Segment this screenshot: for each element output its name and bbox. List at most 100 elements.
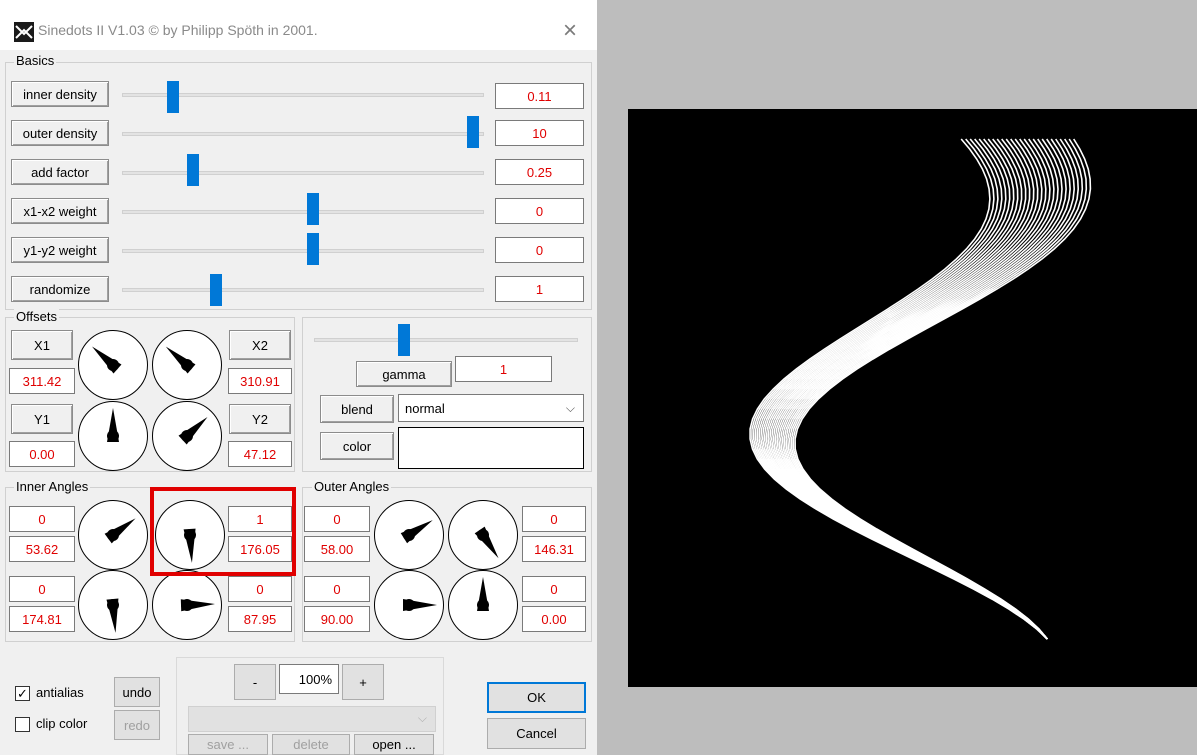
dial-needle-icon [180,599,215,612]
y1-y2-weight-button[interactable]: y1-y2 weight [11,237,109,263]
gamma-button[interactable]: gamma [356,361,452,387]
outer-density-value[interactable]: 10 [495,120,584,146]
blend-select-value: normal [405,400,445,416]
inner-density-button[interactable]: inner density [11,81,109,107]
preset-select[interactable]: ⌵ [188,706,436,732]
dial-needle-icon [400,520,433,544]
x1-button[interactable]: X1 [11,330,73,360]
randomize-slider[interactable] [210,274,223,306]
blend-button[interactable]: blend [320,395,394,423]
inner-density-value[interactable]: 0.11 [495,83,584,109]
gamma-value[interactable]: 1 [455,356,552,382]
x1-value[interactable]: 311.42 [9,368,75,394]
app-icon [14,22,34,42]
inner-angle-d-bottom-value[interactable]: 87.95 [228,606,292,632]
basics-group-label: Basics [14,53,57,68]
outer-angle-b-top-value[interactable]: 0 [522,506,586,532]
settings-dialog: Sinedots II V1.03 © by Philipp Spöth in … [0,0,597,755]
outer-angles-group-label: Outer Angles [312,479,392,494]
dial-needle-icon [477,577,489,611]
dial-needle-icon [165,346,196,374]
randomize-value[interactable]: 1 [495,276,584,302]
redo-button[interactable]: redo [114,710,160,740]
cancel-button[interactable]: Cancel [487,718,586,749]
save-preset-button[interactable]: save ... [188,734,268,755]
outer-density-button[interactable]: outer density [11,120,109,146]
x1-x2-weight-button[interactable]: x1-x2 weight [11,198,109,224]
outer-angle-c-dial[interactable] [374,570,444,640]
gamma-track[interactable] [314,338,578,342]
outer-angle-d-bottom-value[interactable]: 0.00 [522,606,586,632]
outer-angle-a-top-value[interactable]: 0 [304,506,370,532]
inner-angle-d-top-value[interactable]: 0 [228,576,292,602]
outer-angle-a-dial[interactable] [374,500,444,570]
y2-value[interactable]: 47.12 [228,441,292,467]
outer-density-track[interactable] [122,132,484,136]
outer-angle-a-bottom-value[interactable]: 58.00 [304,536,370,562]
undo-button[interactable]: undo [114,677,160,707]
zoom-in-button[interactable]: + [342,664,384,700]
outer-density-slider[interactable] [467,116,480,148]
offsets-group-label: Offsets [14,309,59,324]
window-title: Sinedots II V1.03 © by Philipp Spöth in … [38,22,318,38]
dial-needle-icon [178,416,208,445]
sinedot-curve [794,138,1092,640]
zoom-out-button[interactable]: - [234,664,276,700]
blend-select[interactable]: normal ⌵ [398,394,584,422]
x2-value[interactable]: 310.91 [228,368,292,394]
outer-angle-b-dial[interactable] [448,500,518,570]
zoom-level-field[interactable]: 100% [279,664,339,694]
y1-button[interactable]: Y1 [11,404,73,434]
color-swatch[interactable] [398,427,584,469]
chevron-down-icon: ⌵ [565,401,575,415]
randomize-track[interactable] [122,288,484,292]
y1-y2-weight-slider[interactable] [307,233,319,265]
color-button[interactable]: color [320,432,394,460]
dial-needle-icon [104,518,136,544]
add-factor-button[interactable]: add factor [11,159,109,185]
add-factor-track[interactable] [122,171,484,175]
y2-dial[interactable] [152,401,222,471]
randomize-button[interactable]: randomize [11,276,109,302]
outer-angle-c-top-value[interactable]: 0 [304,576,370,602]
add-factor-value[interactable]: 0.25 [495,159,584,185]
inner-angle-a-top-value[interactable]: 0 [9,506,75,532]
sinedots-preview-image [749,138,1092,640]
inner-angle-a-bottom-value[interactable]: 53.62 [9,536,75,562]
dial-needle-icon [106,598,119,633]
y1-dial[interactable] [78,401,148,471]
x2-dial[interactable] [152,330,222,400]
x2-button[interactable]: X2 [229,330,291,360]
outer-angle-b-bottom-value[interactable]: 146.31 [522,536,586,562]
preview-canvas [628,109,1197,687]
close-button[interactable]: × [553,14,587,48]
chevron-down-icon: ⌵ [417,711,427,725]
y1-value[interactable]: 0.00 [9,441,75,467]
clip-color-label: clip color [36,716,88,731]
inner-angle-c-dial[interactable] [78,570,148,640]
outer-angle-c-bottom-value[interactable]: 90.00 [304,606,370,632]
outer-angle-d-top-value[interactable]: 0 [522,576,586,602]
add-factor-slider[interactable] [186,154,199,186]
x1-x2-weight-value[interactable]: 0 [495,198,584,224]
x1-x2-weight-slider[interactable] [307,193,319,225]
gamma-slider[interactable] [397,324,410,356]
inner-density-slider[interactable] [166,81,179,113]
y1-y2-weight-value[interactable]: 0 [495,237,584,263]
ok-button[interactable]: OK [487,682,586,713]
inner-angles-group-label: Inner Angles [14,479,91,494]
inner-angle-c-bottom-value[interactable]: 174.81 [9,606,75,632]
inner-angle-d-dial[interactable] [152,570,222,640]
delete-preset-button[interactable]: delete [272,734,350,755]
antialias-checkbox[interactable]: ✓ [15,686,30,701]
x1-x2-weight-track[interactable] [122,210,484,214]
outer-angle-d-dial[interactable] [448,570,518,640]
clip-color-checkbox[interactable] [15,717,30,732]
dial-needle-icon [107,408,119,442]
y1-y2-weight-track[interactable] [122,249,484,253]
open-preset-button[interactable]: open ... [354,734,434,755]
inner-angle-a-dial[interactable] [78,500,148,570]
x1-dial[interactable] [78,330,148,400]
y2-button[interactable]: Y2 [229,404,291,434]
inner-angle-c-top-value[interactable]: 0 [9,576,75,602]
